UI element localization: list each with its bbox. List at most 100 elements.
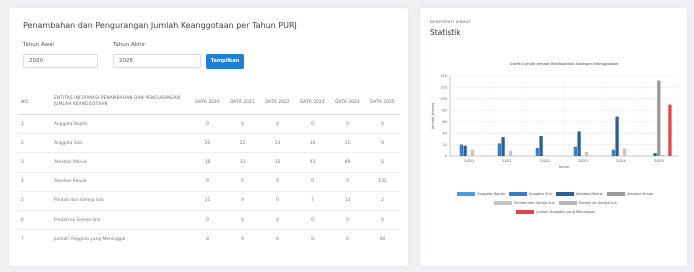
row-value: 0 (206, 236, 209, 242)
legend-item[interactable]: Jumlah Anggota yang Meninggal (516, 209, 595, 214)
header-year: DATA 2022 (260, 88, 295, 115)
row-value: 2 (365, 191, 400, 211)
table-row: 4 Atestasi Keluar 0 0 0 0 0 132 (18, 172, 400, 192)
legend-label: Jumlah Anggota yang Meninggal (536, 209, 595, 214)
page-title: Penambahan dan Pengurangan Jumlah Keangg… (23, 21, 297, 30)
row-value: 69 (330, 152, 365, 173)
header-year: DATA 2023 (295, 88, 330, 115)
row-value: 0 (295, 114, 330, 135)
row-value: 0 (295, 210, 330, 231)
row-value: 7 (295, 191, 330, 211)
legend-row: Anggota Baptis Anggota Sidi Atestasi Masuk… (428, 189, 683, 198)
legend-label: Atestasi Keluar (626, 191, 654, 196)
legend-swatch (558, 200, 577, 205)
row-no: 5 (18, 191, 52, 211)
bar (660, 154, 665, 156)
row-value: 132 (365, 172, 400, 192)
table-row: 5 Pindah dari Gereja lain 11 9 0 7 13 2 (18, 191, 400, 211)
row-value: 0 (330, 114, 365, 135)
row-entity: Atestasi Masuk (52, 152, 190, 173)
legend-item[interactable]: Anggota Baptis (457, 191, 505, 196)
row-value: 0 (260, 114, 295, 135)
statistik-title: Statistik (430, 28, 461, 37)
tahun-akhir-input[interactable]: 2025 (113, 54, 201, 68)
header-entity: ENTITAS INFORMASI PENAMBAHAN DAN PENGURA… (52, 88, 190, 115)
row-entity: Anggota Sidi (52, 133, 190, 154)
row-entity: Atestasi Keluar (52, 172, 190, 192)
legend-label: Atestasi Masuk (575, 191, 603, 196)
row-no: 2 (18, 133, 52, 154)
row-value: 0 (190, 172, 225, 192)
legend-label: Anggota Baptis (477, 191, 505, 196)
row-value: 33 (225, 152, 260, 173)
demografi-label: DEMOGRAFI JEMAAT (430, 20, 471, 24)
row-value: 0 (225, 114, 260, 135)
row-no: 7 (21, 236, 24, 242)
row-value: 22 (225, 133, 260, 154)
y-tick-label: 20 (442, 143, 447, 147)
row-no: 6 (18, 210, 52, 231)
legend-label: Pindah ke Gereja lain (578, 200, 617, 205)
row-no: 4 (18, 172, 52, 192)
bar (463, 145, 467, 156)
legend-swatch (606, 191, 625, 196)
bar (577, 131, 581, 156)
bar (539, 136, 543, 156)
table-header-row: NO. ENTITAS INFORMASI PENAMBAHAN DAN PEN… (18, 88, 400, 115)
bar (653, 153, 657, 156)
bar (535, 148, 540, 156)
bar (508, 150, 513, 156)
row-value: 11 (330, 133, 365, 154)
tahun-awal-input[interactable]: 2020 (23, 54, 98, 68)
y-tick-label: 0 (445, 154, 448, 158)
legend-swatch (457, 191, 476, 196)
row-value: 0 (330, 210, 365, 231)
legend-item[interactable]: Atestasi Keluar (606, 191, 654, 196)
row-value: 11 (190, 191, 225, 211)
table-row: 3 Atestasi Masuk 18 33 35 43 69 5 (18, 152, 400, 173)
bar (501, 137, 505, 156)
row-value: 0 (365, 114, 400, 135)
header-year: DATA 2021 (225, 88, 260, 115)
row-value: 14 (260, 133, 295, 154)
y-axis-label: Jumlah Jemaat (431, 102, 435, 130)
row-value: 0 (190, 210, 225, 231)
row-value: 0 (260, 210, 295, 231)
tampilkan-button[interactable]: Tampilkan (206, 54, 244, 69)
row-entity: Pindah dari Gereja lain (52, 191, 190, 211)
header-year: DATA 2020 (190, 88, 225, 115)
legend-swatch (516, 209, 535, 214)
bar (668, 104, 672, 156)
legend-label: Anggota Sidi (528, 191, 552, 196)
bar (657, 80, 661, 156)
legend-item[interactable]: Pindah ke Gereja lain (558, 200, 617, 205)
table-row: 6 Pindah ke Gereja lain 0 0 0 0 0 0 (18, 210, 400, 231)
legend-item[interactable]: Pindah dari Gereja lain (494, 200, 555, 205)
row-value: 43 (295, 152, 330, 173)
row-value: 0 (311, 236, 314, 242)
legend-swatch (508, 191, 527, 196)
x-tick-label: 2023 (578, 158, 588, 163)
bar (470, 149, 475, 156)
x-tick-label: 2024 (616, 158, 626, 163)
row-value: 0 (225, 210, 260, 231)
row-value: 0 (330, 172, 365, 192)
legend-item[interactable]: Atestasi Masuk (555, 191, 603, 196)
row-value: 0 (365, 133, 400, 154)
y-tick-label: 140 (440, 74, 448, 78)
row-no: 3 (18, 152, 52, 173)
chart-legend: Anggota Baptis Anggota Sidi Atestasi Masuk… (428, 189, 683, 216)
bar (584, 152, 589, 156)
x-tick-label: 2021 (502, 158, 512, 163)
row-value: 13 (330, 191, 365, 211)
y-tick-label: 60 (442, 120, 447, 124)
row-value: 20 (190, 133, 225, 154)
x-axis-label: Tahun (558, 165, 570, 169)
row-entity: Pindah ke Gereja lain (52, 210, 190, 231)
table-row: 1 Anggota Baptis 0 0 0 0 0 0 (18, 114, 400, 135)
legend-item[interactable]: Anggota Sidi (508, 191, 552, 196)
row-no: 1 (18, 114, 52, 135)
tahun-awal-label: Tahun Awal (23, 42, 54, 48)
row-entity: Anggota Baptis (52, 114, 190, 135)
legend-row: Jumlah Anggota yang Meninggal (428, 207, 683, 216)
